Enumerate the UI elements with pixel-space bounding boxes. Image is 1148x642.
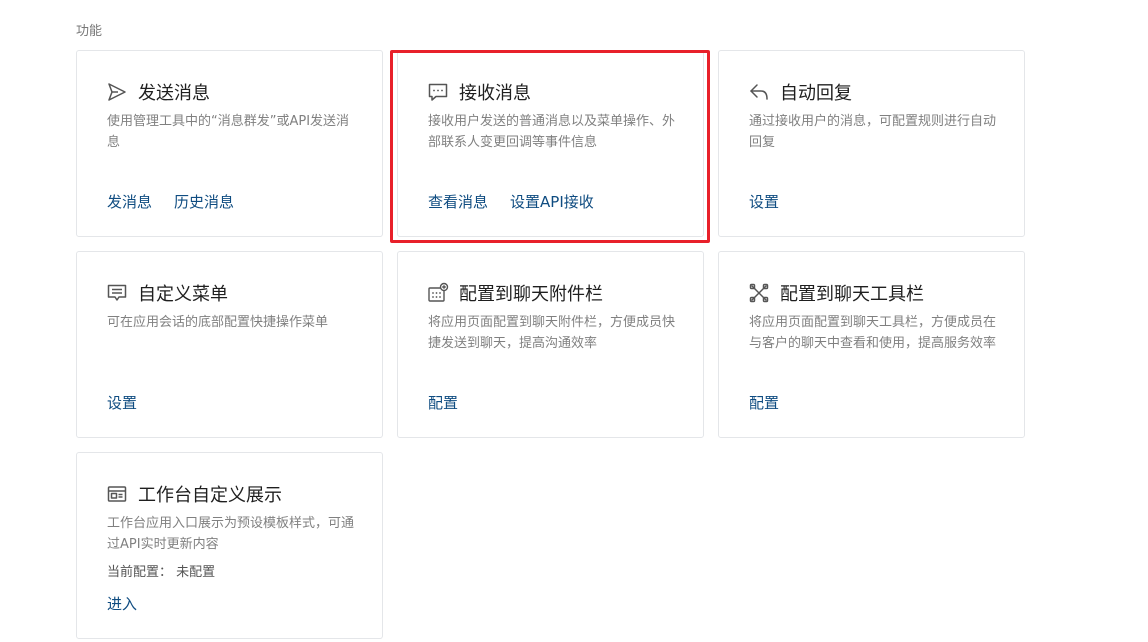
toolbar-configure-link[interactable]: 配置 [749,392,779,413]
view-messages-link[interactable]: 查看消息 [428,191,488,212]
card-custom-menu: 自定义菜单 可在应用会话的底部配置快捷操作菜单 设置 [76,251,383,438]
card-description: 将应用页面配置到聊天工具栏，方便成员在与客户的聊天中查看和使用，提高服务效率 [749,315,997,351]
card-title: 自动回复 [780,83,852,104]
section-title: 功能 [76,24,103,39]
card-send-message: 发送消息 使用管理工具中的“消息群发”或API发送消息 发消息 历史消息 [76,50,383,237]
card-description: 可在应用会话的底部配置快捷操作菜单 [107,315,329,330]
card-title: 接收消息 [459,83,531,104]
card-title: 配置到聊天附件栏 [459,284,603,305]
workbench-icon [106,483,128,505]
card-workbench-display: 工作台自定义展示 工作台应用入口展示为预设模板样式，可通过API实时更新内容 当… [76,452,383,639]
reply-icon [748,81,770,103]
send-message-link[interactable]: 发消息 [107,191,152,212]
card-title: 发送消息 [138,83,210,104]
set-api-receive-link[interactable]: 设置API接收 [510,191,594,212]
toolbar-icon [748,282,770,304]
card-title: 自定义菜单 [138,284,228,305]
card-receive-message: 接收消息 接收用户发送的普通消息以及菜单操作、外部联系人变更回调等事件信息 查看… [390,50,710,243]
current-config-status: 当前配置： 未配置 [107,565,216,580]
card-description: 通过接收用户的消息，可配置规则进行自动回复 [749,114,997,150]
menu-icon [106,282,128,304]
message-bubble-icon [427,81,449,103]
card-chat-toolbar: 配置到聊天工具栏 将应用页面配置到聊天工具栏，方便成员在与客户的聊天中查看和使用… [718,251,1025,438]
card-title: 工作台自定义展示 [138,485,282,506]
custom-menu-settings-link[interactable]: 设置 [107,392,137,413]
card-description: 工作台应用入口展示为预设模板样式，可通过API实时更新内容 [107,516,355,552]
auto-reply-settings-link[interactable]: 设置 [749,191,779,212]
card-chat-attachment-bar: 配置到聊天附件栏 将应用页面配置到聊天附件栏，方便成员快捷发送到聊天，提高沟通效… [397,251,704,438]
workbench-enter-link[interactable]: 进入 [107,593,137,614]
attachment-bar-icon [427,282,449,304]
send-icon [106,81,128,103]
card-description: 将应用页面配置到聊天附件栏，方便成员快捷发送到聊天，提高沟通效率 [428,315,676,351]
attachment-bar-configure-link[interactable]: 配置 [428,392,458,413]
app-features-page: 功能 发送消息 使用管理工具中的“消息群发”或API发送消息 发消息 历史消息 [0,0,1148,642]
card-title: 配置到聊天工具栏 [780,284,924,305]
card-auto-reply: 自动回复 通过接收用户的消息，可配置规则进行自动回复 设置 [718,50,1025,237]
message-history-link[interactable]: 历史消息 [174,191,234,212]
card-description: 使用管理工具中的“消息群发”或API发送消息 [107,114,350,150]
card-description: 接收用户发送的普通消息以及菜单操作、外部联系人变更回调等事件信息 [428,114,676,150]
